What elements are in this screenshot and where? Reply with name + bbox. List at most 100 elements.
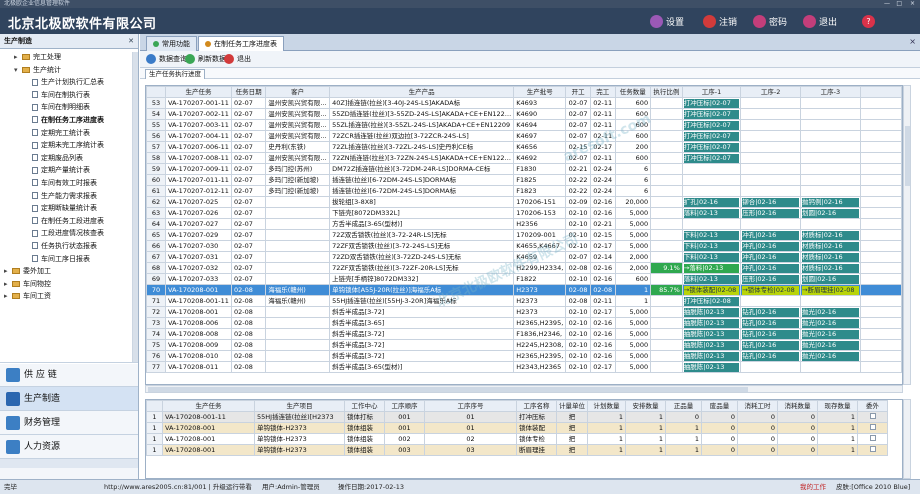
table-row[interactable]: 1 VA-170208-001-11 55HJ插连链(拉丝)[H2373 锁体打标 00… — [146, 411, 888, 423]
column-header[interactable]: 生产任务 — [162, 400, 255, 412]
table-row[interactable]: 62 VA-170207-025 02-07 拔轮组[3-8X8] 170206-151… — [146, 196, 902, 208]
toolbar-query-button[interactable]: 数据查询 — [146, 54, 187, 64]
table-row[interactable]: 64 VA-170207-027 02-07 方舌半成品[3-65(型材)] H2356… — [146, 218, 902, 230]
table-row[interactable]: 72 VA-170208-001 02-08 斜舌半成品[3-72] H2373 02-1… — [146, 306, 902, 318]
column-header[interactable]: 任务日期 — [230, 86, 267, 98]
tree-item[interactable]: 定期未完工序统计表 — [0, 139, 138, 152]
expander-icon[interactable]: ▸ — [14, 51, 22, 64]
tab-progress[interactable]: 在制任务工序进度表 — [198, 36, 284, 51]
column-header[interactable]: 工序顺序 — [384, 400, 425, 412]
table-row[interactable]: 68 VA-170207-032 02-07 72ZF双舌锁铁(拉丝)[3-72ZF-… — [146, 262, 902, 274]
column-header[interactable]: 工序名称 — [516, 400, 557, 412]
column-header[interactable]: 消耗工时 — [737, 400, 778, 412]
status-url[interactable]: http://www.ares2005.cn:81/001 | 升级运行带看 — [104, 480, 252, 494]
outsource-checkbox[interactable] — [869, 435, 876, 441]
grid-horizontal-scrollbar[interactable] — [145, 385, 903, 393]
tree-item[interactable]: 在制任务工段进度表 — [0, 215, 138, 228]
column-header[interactable]: 生产产品 — [329, 86, 515, 98]
column-header[interactable]: 工序-3 — [800, 86, 861, 98]
column-header[interactable] — [146, 400, 163, 412]
minimize-button[interactable]: — — [884, 0, 890, 8]
table-row[interactable]: 63 VA-170207-026 02-07 下链壳[8072DM332L] 17020… — [146, 207, 902, 219]
table-row[interactable]: 61 VA-170207-012-11 02-07 多玛门控(新加坡) 插连链(拉丝)[… — [146, 185, 902, 197]
table-row[interactable]: 66 VA-170207-030 02-07 72ZF双舌锁铁(拉丝)[3-72-24… — [146, 240, 902, 252]
table-row[interactable]: 54 VA-170207-002-11 02-07 温州安凯兴贸有限… 55ZD插连链(… — [146, 108, 902, 120]
column-header[interactable]: 工序-2 — [740, 86, 801, 98]
table-row[interactable]: 53 VA-170207-001-11 02-07 温州安凯兴贸有限… 40Z]插连链(… — [146, 97, 902, 109]
column-header[interactable]: 生产批号 — [513, 86, 567, 98]
table-row[interactable]: 75 VA-170208-009 02-08 斜舌半成品[3-72] H2245,H23… — [146, 339, 902, 351]
module-hr[interactable]: 人力资源 — [0, 434, 138, 458]
column-header[interactable]: 工序序号 — [424, 400, 517, 412]
tree-item[interactable]: ▸ 车间物控 — [0, 278, 138, 291]
table-row[interactable]: 1 VA-170208-001 单钩锁体-H2373 锁体组装 001 01 锁体装配把 1 1… — [146, 422, 888, 434]
tree-item[interactable]: 车间在制执行表 — [0, 89, 138, 102]
table-row[interactable]: 74 VA-170208-008 02-08 斜舌半成品[3-72] F1836,H23… — [146, 328, 902, 340]
tree-item[interactable]: 生产能力需求报表 — [0, 190, 138, 203]
column-header[interactable]: 废品量 — [701, 400, 738, 412]
table-row[interactable]: 71 VA-170208-001-11 02-08 海福乐(赣州) 55HJ插连链(拉丝… — [146, 295, 902, 307]
column-header[interactable]: 计量单位 — [556, 400, 588, 412]
header-exit-button[interactable]: 退出 — [803, 15, 837, 28]
table-row[interactable]: 57 VA-170207-006-11 02-07 史丹利(东铁) 72ZL插连链(拉丝… — [146, 141, 902, 153]
table-row[interactable]: 55 VA-170207-003-11 02-07 温州安凯兴贸有限… 55ZL插连链(… — [146, 119, 902, 131]
module-supply-chain[interactable]: 供 应 链 — [0, 362, 138, 386]
tree-item[interactable]: 定期废品列表 — [0, 152, 138, 165]
column-header[interactable]: 安排数量 — [625, 400, 666, 412]
close-button[interactable]: × — [910, 0, 915, 8]
my-work-link[interactable]: 我的工作 — [800, 480, 826, 494]
column-header[interactable]: 计划数量 — [587, 400, 626, 412]
close-tab-icon[interactable]: × — [909, 37, 916, 46]
tree-item[interactable]: 车间有效工时报表 — [0, 177, 138, 190]
table-row[interactable]: 73 VA-170208-006 02-08 斜舌半成品[3-65] H2365,H23… — [146, 317, 902, 329]
column-header[interactable] — [146, 86, 166, 98]
toolbar-refresh-button[interactable]: 刷新数据 — [185, 54, 226, 64]
tree-item[interactable]: ▸ 完工处理 — [0, 51, 138, 64]
maximize-button[interactable]: □ — [896, 0, 902, 8]
column-header[interactable]: 生产项目 — [254, 400, 345, 412]
outsource-checkbox[interactable] — [869, 413, 876, 419]
module-finance[interactable]: 财务管理 — [0, 410, 138, 434]
expander-icon[interactable]: ▸ — [4, 265, 12, 278]
sidebar-pin-icon[interactable]: ✕ — [128, 34, 134, 49]
table-row[interactable]: 1 VA-170208-001 单钩锁体-H2373 锁体组装 003 03 断眉理挂把 1 1… — [146, 444, 888, 456]
column-header[interactable]: 生产任务 — [165, 86, 232, 98]
column-header[interactable]: 现存数量 — [817, 400, 858, 412]
tree-item[interactable]: 车间在制明细表 — [0, 101, 138, 114]
tree-item[interactable]: ▸ 车间工资 — [0, 290, 138, 303]
outsource-checkbox[interactable] — [869, 446, 876, 452]
column-header[interactable]: 消耗数量 — [777, 400, 818, 412]
tree-item[interactable]: 定期断缺量统计表 — [0, 202, 138, 215]
column-header[interactable]: 任务数量 — [614, 86, 652, 98]
tree-item[interactable]: 在制任务工序进度表 — [0, 114, 138, 127]
grid-vertical-scrollbar[interactable] — [903, 85, 911, 385]
tree-scrollbar[interactable] — [132, 52, 138, 362]
table-row[interactable]: 76 VA-170208-010 02-08 斜舌半成品[3-72] H2365,H23… — [146, 350, 902, 362]
column-header[interactable]: 执行比例 — [650, 86, 683, 98]
detail-vertical-scrollbar[interactable] — [903, 399, 911, 479]
toolbar-exit-button[interactable]: 退出 — [224, 54, 251, 64]
column-header[interactable]: 完工 — [589, 86, 616, 98]
tree-item[interactable]: 任务执行状态报表 — [0, 240, 138, 253]
tree-item[interactable]: ▸ 委外加工 — [0, 265, 138, 278]
tree-item[interactable]: 车间工序日报表 — [0, 253, 138, 266]
table-row[interactable]: 67 VA-170207-031 02-07 72ZD双舌锁铁(拉丝)[3-72ZD-… — [146, 251, 902, 263]
expander-icon[interactable]: ▸ — [4, 278, 12, 291]
column-header[interactable]: 委外 — [857, 400, 888, 412]
tree-item[interactable]: 工段进度情况核查表 — [0, 227, 138, 240]
table-row[interactable]: 77 VA-170208-011 02-08 斜舌半成品[3-65(型材)] H2343… — [146, 361, 902, 373]
tab-common[interactable]: 常用功能 — [146, 36, 197, 51]
table-row[interactable]: 58 VA-170207-008-11 02-07 温州安凯兴贸有限… 72ZN插连链(… — [146, 152, 902, 164]
tree-item[interactable]: ▾ 生产统计 — [0, 64, 138, 77]
expander-icon[interactable]: ▾ — [14, 64, 22, 77]
column-header[interactable]: 工序-1 — [681, 86, 742, 98]
table-row[interactable]: 59 VA-170207-009-11 02-07 多玛门控(苏州) DM72Z插连链(… — [146, 163, 902, 175]
header-gear-button[interactable]: 设置 — [650, 15, 684, 28]
header-key-button[interactable]: 密码 — [753, 15, 787, 28]
expander-icon[interactable]: ▸ — [4, 290, 12, 303]
header-help-button[interactable]: ? — [862, 15, 878, 28]
column-header[interactable]: 开工 — [565, 86, 591, 98]
table-row[interactable]: 60 VA-170207-011-11 02-07 多玛门控(新加坡) 插连链(拉丝)[… — [146, 174, 902, 186]
tree-item[interactable]: 定期产量统计表 — [0, 164, 138, 177]
header-logout-button[interactable]: 注销 — [703, 15, 737, 28]
